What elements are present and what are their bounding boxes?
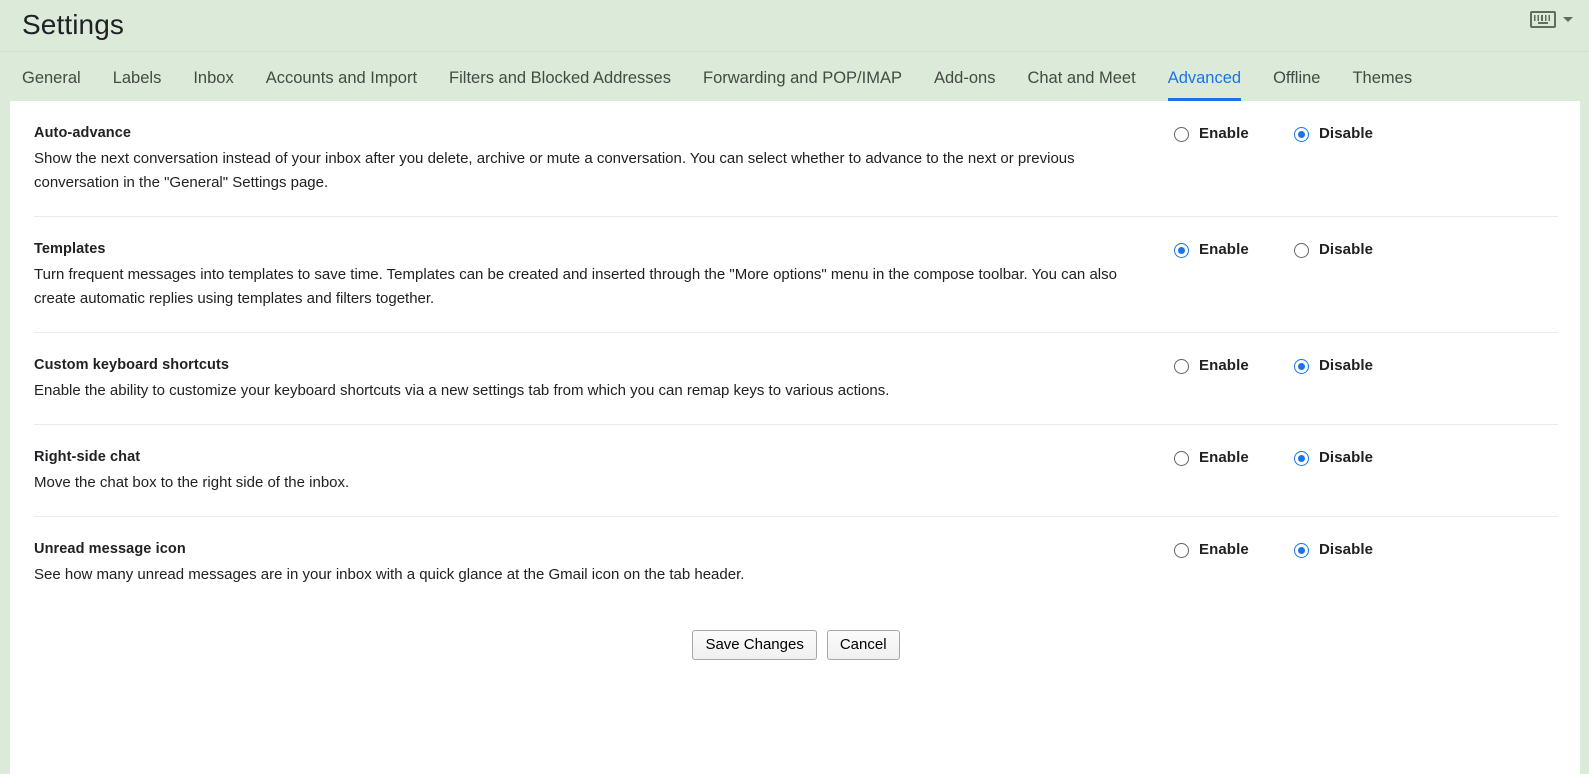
- radio-label-disable: Disable: [1319, 125, 1374, 142]
- settings-panel-wrap: Auto-advance Show the next conversation i…: [0, 101, 1589, 774]
- setting-text: Right-side chat Move the chat box to the …: [34, 447, 1174, 495]
- radio-option-disable[interactable]: Disable: [1294, 357, 1414, 375]
- tab-accounts-and-import[interactable]: Accounts and Import: [266, 69, 417, 101]
- setting-text: Custom keyboard shortcuts Enable the abil…: [34, 355, 1174, 403]
- radio-option-disable[interactable]: Disable: [1294, 125, 1414, 143]
- radio-option-enable[interactable]: Enable: [1174, 241, 1294, 259]
- radio-enable-unchecked[interactable]: [1174, 358, 1189, 374]
- settings-tabbar: General Labels Inbox Accounts and Import Fil…: [0, 52, 1589, 101]
- setting-text: Unread message icon See how many unread m…: [34, 539, 1174, 587]
- tab-labels[interactable]: Labels: [113, 69, 162, 101]
- tab-general[interactable]: General: [22, 69, 81, 101]
- tab-chat-and-meet[interactable]: Chat and Meet: [1027, 69, 1135, 101]
- page-title: Settings: [22, 9, 124, 40]
- radio-enable-unchecked[interactable]: [1174, 450, 1189, 466]
- radio-option-disable[interactable]: Disable: [1294, 241, 1414, 259]
- setting-options: Enable Disable: [1174, 539, 1558, 559]
- setting-options: Enable Disable: [1174, 447, 1558, 467]
- setting-description: Move the chat box to the right side of t…: [34, 474, 350, 491]
- radio-option-disable[interactable]: Disable: [1294, 541, 1414, 559]
- radio-option-enable[interactable]: Enable: [1174, 541, 1294, 559]
- setting-options: Enable Disable: [1174, 239, 1558, 259]
- settings-header: Settings: [0, 0, 1589, 52]
- radio-disable-checked[interactable]: [1294, 358, 1309, 374]
- radio-enable-unchecked[interactable]: [1174, 126, 1189, 142]
- setting-description: Show the next conversation instead of yo…: [34, 150, 1075, 191]
- radio-option-disable[interactable]: Disable: [1294, 449, 1414, 467]
- settings-panel: Auto-advance Show the next conversation i…: [10, 101, 1580, 774]
- radio-disable-checked[interactable]: [1294, 542, 1309, 558]
- radio-disable-checked[interactable]: [1294, 450, 1309, 466]
- setting-title: Auto-advance: [34, 125, 132, 141]
- setting-text: Auto-advance Show the next conversation i…: [34, 123, 1174, 195]
- radio-label-disable: Disable: [1319, 449, 1374, 466]
- tab-filters-and-blocked-addresses[interactable]: Filters and Blocked Addresses: [449, 69, 671, 101]
- setting-title: Templates: [34, 241, 106, 257]
- tab-advanced[interactable]: Advanced: [1167, 69, 1242, 101]
- tab-offline[interactable]: Offline: [1273, 69, 1320, 101]
- radio-label-disable: Disable: [1319, 241, 1374, 258]
- radio-disable-checked[interactable]: [1294, 126, 1309, 142]
- radio-disable-unchecked[interactable]: [1294, 242, 1309, 258]
- tab-forwarding-and-pop-imap[interactable]: Forwarding and POP/IMAP: [703, 69, 902, 101]
- radio-option-enable[interactable]: Enable: [1174, 449, 1294, 467]
- setting-options: Enable Disable: [1174, 123, 1558, 143]
- chevron-down-icon[interactable]: [1563, 17, 1573, 22]
- radio-enable-checked[interactable]: [1174, 242, 1189, 258]
- tab-themes[interactable]: Themes: [1352, 69, 1412, 101]
- form-actions: Save Changes Cancel: [34, 608, 1558, 660]
- cancel-button[interactable]: Cancel: [826, 630, 900, 660]
- setting-title: Unread message icon: [34, 541, 186, 557]
- radio-label-enable: Enable: [1199, 125, 1249, 142]
- setting-row: Auto-advance Show the next conversation i…: [34, 101, 1558, 217]
- radio-label-enable: Enable: [1199, 357, 1249, 374]
- radio-option-enable[interactable]: Enable: [1174, 125, 1294, 143]
- radio-label-enable: Enable: [1199, 449, 1249, 466]
- setting-row: Unread message icon See how many unread m…: [34, 517, 1558, 608]
- radio-label-enable: Enable: [1199, 541, 1249, 558]
- setting-title: Custom keyboard shortcuts: [34, 357, 230, 373]
- radio-enable-unchecked[interactable]: [1174, 542, 1189, 558]
- tab-inbox[interactable]: Inbox: [193, 69, 233, 101]
- setting-title: Right-side chat: [34, 449, 141, 465]
- radio-label-enable: Enable: [1199, 241, 1249, 258]
- setting-row: Templates Turn frequent messages into tem…: [34, 217, 1558, 333]
- setting-row: Right-side chat Move the chat box to the …: [34, 425, 1558, 517]
- radio-label-disable: Disable: [1319, 541, 1374, 558]
- radio-label-disable: Disable: [1319, 357, 1374, 374]
- setting-text: Templates Turn frequent messages into tem…: [34, 239, 1174, 311]
- radio-option-enable[interactable]: Enable: [1174, 357, 1294, 375]
- setting-options: Enable Disable: [1174, 355, 1558, 375]
- settings-rows: Auto-advance Show the next conversation i…: [34, 101, 1558, 608]
- setting-description: Enable the ability to customize your key…: [34, 382, 890, 399]
- header-actions: [1530, 11, 1573, 28]
- setting-row: Custom keyboard shortcuts Enable the abil…: [34, 333, 1558, 425]
- save-changes-button[interactable]: Save Changes: [692, 630, 817, 660]
- keyboard-icon[interactable]: [1530, 11, 1556, 28]
- tab-add-ons[interactable]: Add-ons: [934, 69, 995, 101]
- setting-description: Turn frequent messages into templates to…: [34, 266, 1117, 307]
- setting-description: See how many unread messages are in your…: [34, 566, 745, 583]
